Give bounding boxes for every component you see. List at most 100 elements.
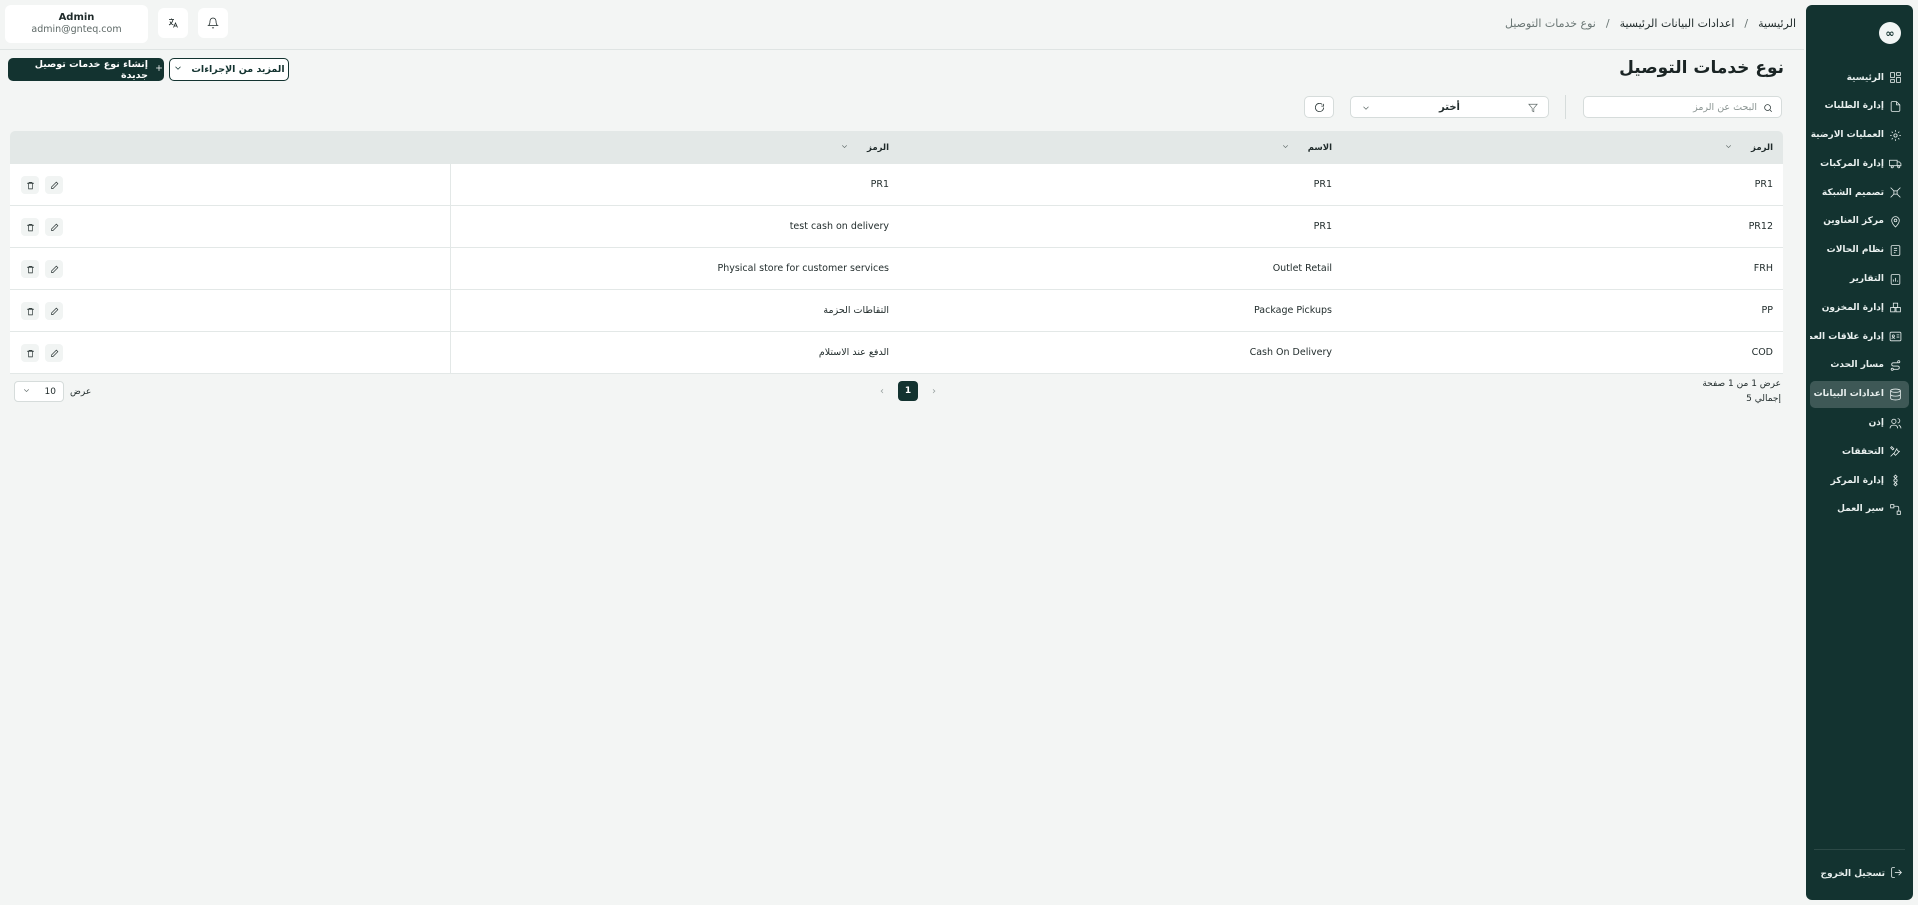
table-row[interactable]: COD Cash On Delivery الدفع عند الاستلام <box>10 332 1783 374</box>
search-box <box>1583 96 1782 118</box>
sidebar-item-label: إدارة المركبات <box>1820 158 1884 169</box>
column-header-name[interactable]: الاسم <box>1281 131 1332 164</box>
database-icon <box>1888 387 1903 402</box>
notifications-button[interactable] <box>198 8 228 38</box>
sidebar-item-label: سير العمل <box>1837 504 1884 515</box>
edit-button[interactable] <box>45 259 63 278</box>
table-row[interactable]: PP Package Pickups التقاطات الحزمة <box>10 290 1783 332</box>
pencil-icon <box>50 343 59 362</box>
sidebar-item[interactable]: نظام الحالات <box>1810 237 1909 264</box>
sidebar-item[interactable]: مسار الحدث <box>1810 352 1909 379</box>
page-title: نوع خدمات التوصيل <box>1619 58 1784 78</box>
plus-icon <box>154 63 164 76</box>
data-table: الرمز الاسم الرمز PR1 PR1 PR1 PR12 PR1 test c… <box>10 131 1783 374</box>
column-header-description[interactable]: الرمز <box>840 131 889 164</box>
logout-label: تسجيل الخروج <box>1820 869 1886 879</box>
network-icon <box>1888 185 1903 200</box>
location-icon <box>1888 214 1903 229</box>
language-button[interactable] <box>158 8 188 38</box>
sidebar-nav: الرئيسية إدارة الطلبات العمليات الارضية إدا… <box>1810 64 1909 525</box>
row-actions <box>10 332 451 373</box>
page-count-text: عرض 1 من 1 صفحة <box>1702 379 1781 389</box>
more-actions-button[interactable]: المزيد من الإجراءات <box>169 58 289 81</box>
sidebar-item[interactable]: التحققات <box>1810 438 1909 465</box>
sidebar-item-label: الرئيسية <box>1846 72 1884 83</box>
filter-select[interactable]: أختر <box>1350 96 1549 118</box>
next-page-icon[interactable]: › <box>932 386 936 397</box>
cell-code: COD <box>1751 347 1773 358</box>
sidebar-item-label: إدارة المركز <box>1830 475 1884 486</box>
truck-icon <box>1888 156 1903 171</box>
prev-page-icon[interactable]: ‹ <box>880 386 884 397</box>
trash-icon <box>26 301 35 320</box>
create-delivery-type-button[interactable]: إنشاء نوع خدمات توصيل جديدة <box>8 58 164 81</box>
sidebar-item[interactable]: إذن <box>1810 410 1909 437</box>
sidebar-item[interactable]: تصميم الشبكة <box>1810 179 1909 206</box>
sidebar-item[interactable]: التقارير <box>1810 266 1909 293</box>
breadcrumb-separator: / <box>1744 17 1749 30</box>
breadcrumb-current: نوع خدمات التوصيل <box>1504 17 1596 30</box>
refresh-button[interactable] <box>1304 96 1334 118</box>
sidebar-item[interactable]: إدارة علاقات العملاء <box>1810 323 1909 350</box>
chevron-down-icon <box>173 63 183 76</box>
chevron-down-icon <box>1361 98 1371 117</box>
delete-button[interactable] <box>21 259 39 278</box>
table-body: PR1 PR1 PR1 PR12 PR1 test cash on delivery FRH… <box>10 164 1783 374</box>
app-logo[interactable]: ∞ <box>1879 22 1901 44</box>
delete-button[interactable] <box>21 217 39 236</box>
crm-icon <box>1888 329 1903 344</box>
sidebar-item[interactable]: اعدادات البيانات <box>1810 380 1909 408</box>
table-row[interactable]: PR12 PR1 test cash on delivery <box>10 206 1783 248</box>
cell-name: Package Pickups <box>1254 305 1332 316</box>
sidebar-item-label: إدارة الطلبات <box>1824 101 1884 112</box>
edit-button[interactable] <box>45 175 63 194</box>
edit-button[interactable] <box>45 301 63 320</box>
refresh-icon <box>1314 98 1325 117</box>
sidebar-item[interactable]: إدارة الطلبات <box>1810 93 1909 120</box>
cell-description: الدفع عند الاستلام <box>818 347 889 358</box>
trash-icon <box>26 343 35 362</box>
dashboard-icon <box>1888 70 1903 85</box>
logout-button[interactable]: تسجيل الخروج <box>1821 866 1904 882</box>
column-header-code[interactable]: الرمز <box>1724 131 1773 164</box>
trash-icon <box>26 175 35 194</box>
edit-button[interactable] <box>45 217 63 236</box>
search-input[interactable] <box>1592 101 1757 113</box>
cell-description: PR1 <box>870 179 889 190</box>
pagination: ‹ 1 › <box>880 381 936 401</box>
breadcrumb-parent[interactable]: اعدادات البيانات الرئيسية <box>1620 17 1735 30</box>
delete-button[interactable] <box>21 343 39 362</box>
delete-button[interactable] <box>21 301 39 320</box>
sidebar-item[interactable]: إدارة المركز <box>1810 467 1909 494</box>
search-icon <box>1763 98 1773 117</box>
sidebar-item[interactable]: مركز العناوين <box>1810 208 1909 235</box>
sidebar-item-label: إذن <box>1868 418 1884 429</box>
chevron-down-icon <box>1281 142 1290 154</box>
cell-description: test cash on delivery <box>789 221 889 232</box>
sidebar-item[interactable]: سير العمل <box>1810 496 1909 523</box>
sidebar-item-label: التحققات <box>1841 446 1884 457</box>
column-header-label: الرمز <box>867 142 889 153</box>
edit-button[interactable] <box>45 343 63 362</box>
orders-icon <box>1888 99 1903 114</box>
sidebar-item[interactable]: الرئيسية <box>1810 64 1909 91</box>
user-name: Admin <box>58 12 95 23</box>
page-button-current[interactable]: 1 <box>898 381 918 401</box>
sidebar-item[interactable]: إدارة المخزون <box>1810 294 1909 321</box>
table-row[interactable]: PR1 PR1 PR1 <box>10 164 1783 206</box>
logout-icon <box>1890 866 1903 882</box>
route-icon <box>1888 358 1903 373</box>
cell-code: PP <box>1761 305 1773 316</box>
sidebar-item-label: اعدادات البيانات <box>1813 389 1884 400</box>
page-size: 10 عرض <box>14 381 91 402</box>
page-size-select[interactable]: 10 <box>14 381 64 402</box>
delete-button[interactable] <box>21 175 39 194</box>
user-menu[interactable]: Admin admin@gnteq.com <box>5 5 148 43</box>
create-label: إنشاء نوع خدمات توصيل جديدة <box>34 58 148 81</box>
pagination-info: عرض 1 من 1 صفحة إجمالي 5 <box>1702 377 1781 407</box>
sidebar-item-label: نظام الحالات <box>1826 245 1884 256</box>
table-row[interactable]: FRH Outlet Retail Physical store for custo… <box>10 248 1783 290</box>
breadcrumb-home[interactable]: الرئيسية <box>1758 17 1796 30</box>
sidebar-item[interactable]: العمليات الارضية <box>1810 122 1909 149</box>
sidebar-item[interactable]: إدارة المركبات <box>1810 150 1909 177</box>
